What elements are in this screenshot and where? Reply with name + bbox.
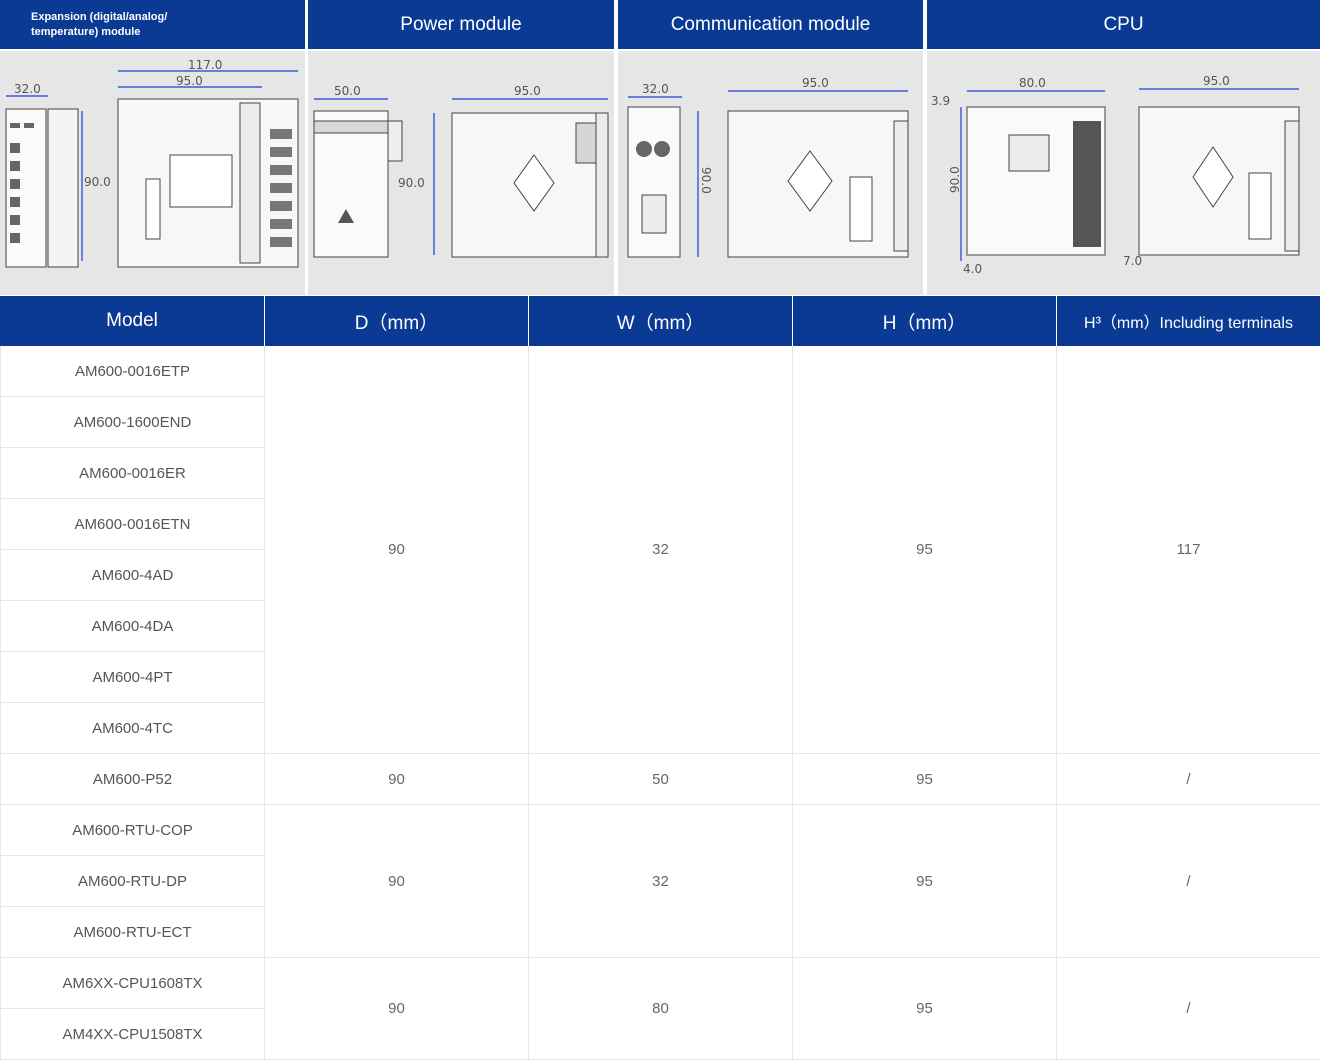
power-module-drawing: 50.0 95.0 90.0 <box>308 51 614 295</box>
model-name-cell: AM600-0016ETN <box>0 499 264 550</box>
model-name-cell: AM6XX-CPU1608TX <box>0 958 264 1009</box>
header-width: W（mm） <box>528 296 792 346</box>
model-name-cell: AM600-0016ETP <box>0 346 264 397</box>
model-name-cell: AM600-0016ER <box>0 448 264 499</box>
dim-height: 95.0 <box>802 76 829 90</box>
height-value: 95 <box>792 958 1056 1060</box>
dim-height: 95.0 <box>176 74 203 88</box>
width-value: 80 <box>528 958 792 1060</box>
header-model: Model <box>0 296 264 346</box>
dim-depth-terminals: 117.0 <box>188 58 222 72</box>
dim-depth: 90.0 <box>948 166 962 193</box>
model-name-cell: AM600-RTU-ECT <box>0 907 264 958</box>
dim-width: 50.0 <box>334 84 361 98</box>
depth-value: 90 <box>264 346 528 754</box>
width-value: 32 <box>528 346 792 754</box>
height-value: 95 <box>792 754 1056 805</box>
height-value: 95 <box>792 346 1056 754</box>
depth-value: 90 <box>264 958 528 1060</box>
dim-depth: 90.0 <box>84 175 111 189</box>
header-depth: D（mm） <box>264 296 528 346</box>
expansion-module-drawing: 32.0 117.0 95.0 90.0 <box>0 51 305 295</box>
model-name-cell: AM600-4AD <box>0 550 264 601</box>
dimension-table-body: AM600-0016ETP AM600-1600END AM600-0016ER AM… <box>0 346 1320 1061</box>
dim-height: 95.0 <box>1203 74 1230 88</box>
panel-title: Communication module <box>618 0 923 49</box>
width-value: 50 <box>528 754 792 805</box>
panel-power-module: Power module 50.0 95.0 90.0 <box>308 0 614 296</box>
panel-cpu: CPU 80.0 95.0 3.9 90.0 4.0 7.0 <box>927 0 1320 296</box>
model-name-cell: AM600-1600END <box>0 397 264 448</box>
dim-depth: 90.0 <box>398 176 425 190</box>
panel-title-text: CPU <box>1103 13 1144 35</box>
header-height-with-terminals: H³（mm）Including terminals <box>1056 296 1320 346</box>
width-value: 32 <box>528 805 792 958</box>
dim-height: 95.0 <box>514 84 541 98</box>
panel-title-text: Communication module <box>670 13 871 35</box>
dim-rail-offset: 7.0 <box>1123 254 1142 268</box>
panel-title: Power module <box>308 0 614 49</box>
dimension-table-header: Model D（mm） W（mm） H（mm） H³（mm）Including … <box>0 296 1320 346</box>
height-with-terminals-value: / <box>1056 754 1320 805</box>
depth-value: 90 <box>264 754 528 805</box>
module-drawings: Expansion (digital/analog/ temperature) … <box>0 0 1320 296</box>
height-value: 95 <box>792 805 1056 958</box>
height-with-terminals-value: 117 <box>1056 346 1320 754</box>
communication-module-drawing: 32.0 95.0 90.0 <box>618 51 923 295</box>
panel-communication-module: Communication module 32.0 95.0 90.0 <box>618 0 923 296</box>
panel-title: CPU <box>927 0 1320 49</box>
panel-title: Expansion (digital/analog/ temperature) … <box>0 0 305 49</box>
dim-width: 32.0 <box>642 82 669 96</box>
header-height: H（mm） <box>792 296 1056 346</box>
panel-expansion-module: Expansion (digital/analog/ temperature) … <box>0 0 305 296</box>
model-name-cell: AM600-RTU-COP <box>0 805 264 856</box>
dim-width: 80.0 <box>1019 76 1046 90</box>
dim-top-offset: 3.9 <box>931 94 950 108</box>
dim-bottom-offset: 4.0 <box>963 262 982 276</box>
height-with-terminals-value: / <box>1056 958 1320 1060</box>
model-name-cell: AM600-4PT <box>0 652 264 703</box>
dim-depth: 90.0 <box>699 167 713 194</box>
model-name-cell: AM600-P52 <box>0 754 264 805</box>
model-name-cell: AM4XX-CPU1508TX <box>0 1009 264 1060</box>
model-name-cell: AM600-4DA <box>0 601 264 652</box>
panel-title-text: Expansion (digital/analog/ temperature) … <box>31 10 168 38</box>
height-with-terminals-value: / <box>1056 805 1320 958</box>
cpu-drawing: 80.0 95.0 3.9 90.0 4.0 7.0 <box>927 51 1320 295</box>
depth-value: 90 <box>264 805 528 958</box>
dim-width: 32.0 <box>14 82 41 96</box>
panel-title-text: Power module <box>400 13 522 35</box>
model-name-cell: AM600-4TC <box>0 703 264 754</box>
model-name-cell: AM600-RTU-DP <box>0 856 264 907</box>
